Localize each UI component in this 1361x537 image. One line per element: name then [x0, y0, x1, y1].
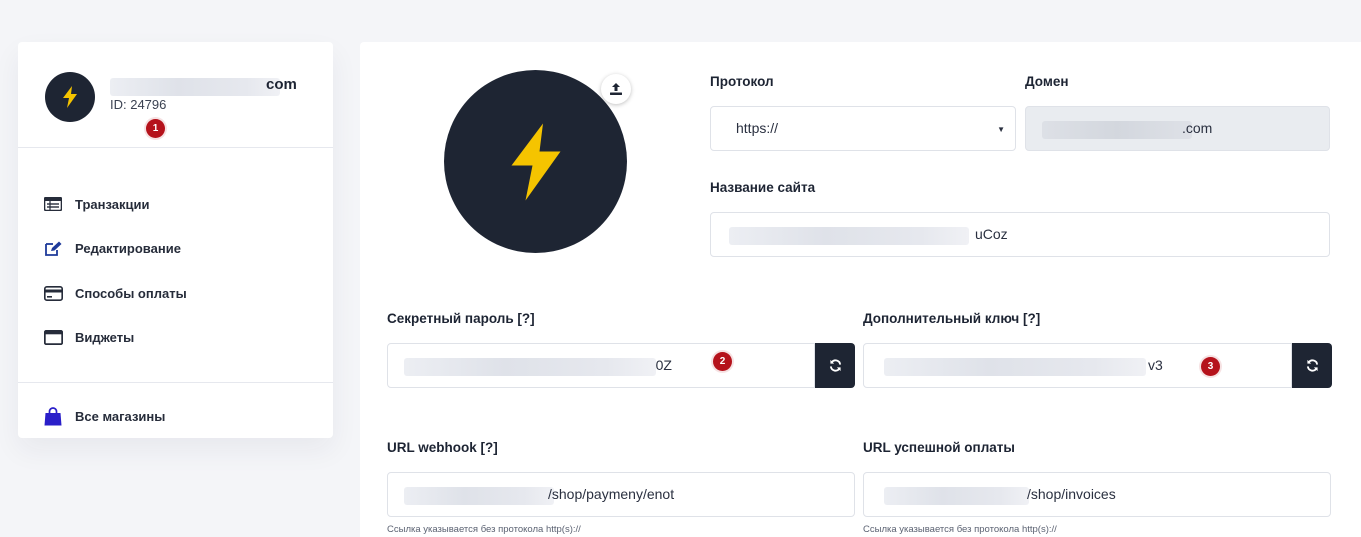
lightning-icon: [63, 86, 77, 108]
site-name-label: Название сайта: [710, 180, 816, 195]
protocol-select[interactable]: https:// ▼: [710, 106, 1016, 151]
upload-logo-button[interactable]: [601, 74, 631, 104]
shop-settings-panel: Протокол https:// ▼ Домен .com Название …: [360, 42, 1361, 537]
sidebar-item-transactions[interactable]: Транзакции: [18, 182, 333, 227]
key-redacted: [884, 358, 1146, 376]
sidebar-menu: Транзакции Редактирование Способы оплаты…: [18, 148, 333, 383]
additional-key-label: Дополнительный ключ [?]: [863, 311, 1041, 326]
edit-icon: [43, 239, 63, 259]
webhook-url-value: /shop/paymeny/enot: [548, 486, 675, 502]
sidebar-item-edit[interactable]: Редактирование: [18, 227, 333, 272]
sidebar-item-label: Редактирование: [75, 241, 181, 257]
refresh-icon: [1306, 359, 1318, 372]
annotation-marker-1: 1: [146, 119, 165, 138]
annotation-marker-3: 3: [1201, 357, 1220, 376]
site-name-redacted: [729, 227, 969, 245]
sidebar-item-label: Транзакции: [75, 196, 150, 212]
window-icon: [43, 328, 63, 348]
additional-key-value: v3: [1148, 357, 1163, 373]
secret-redacted: [404, 358, 656, 376]
credit-card-icon: [43, 283, 63, 303]
refresh-icon: [829, 359, 841, 372]
logo-circle: [444, 70, 627, 253]
webhook-redacted: [404, 487, 554, 505]
table-list-icon: [43, 194, 63, 214]
shop-logo: [444, 70, 631, 253]
domain-redacted: [110, 78, 280, 96]
sidebar-item-label: Все магазины: [75, 408, 166, 424]
secret-password-value: 0Z: [650, 357, 672, 373]
shop-avatar: [45, 72, 95, 122]
domain-value: .com: [1182, 120, 1213, 136]
secret-password-input[interactable]: 0Z: [387, 343, 815, 388]
additional-key-input[interactable]: v3: [863, 343, 1292, 388]
webhook-url-input[interactable]: /shop/paymeny/enot: [387, 472, 855, 517]
sidebar-item-label: Виджеты: [75, 330, 135, 346]
success-url-label: URL успешной оплаты: [863, 440, 1015, 455]
site-name-value: uCoz: [975, 226, 1008, 242]
shop-profile: com ID: 24796 1: [18, 42, 333, 148]
sidebar: com ID: 24796 1 Транзакции Редактировани…: [18, 42, 333, 438]
domain-label: Домен: [1025, 74, 1069, 89]
secret-password-label: Секретный пароль [?]: [387, 311, 535, 326]
success-url-value: /shop/invoices: [1027, 486, 1116, 502]
webhook-url-label: URL webhook [?]: [387, 440, 498, 455]
upload-icon: [610, 83, 622, 95]
sidebar-item-widgets[interactable]: Виджеты: [18, 316, 333, 361]
annotation-marker-2: 2: [713, 352, 732, 371]
sidebar-item-payment-methods[interactable]: Способы оплаты: [18, 271, 333, 316]
chevron-down-icon: ▼: [997, 125, 1005, 134]
sidebar-item-all-stores[interactable]: Все магазины: [18, 383, 333, 449]
regenerate-key-button[interactable]: [1292, 343, 1332, 388]
sidebar-item-label: Способы оплаты: [75, 285, 187, 301]
regenerate-secret-button[interactable]: [815, 343, 855, 388]
webhook-url-hint: Ссылка указывается без протокола http(s)…: [387, 524, 581, 535]
site-name-input[interactable]: uCoz: [710, 212, 1330, 257]
domain-field[interactable]: .com: [1025, 106, 1330, 151]
shop-id: ID: 24796: [110, 97, 167, 112]
domain-redacted: [1042, 121, 1192, 139]
protocol-value: https://: [736, 120, 779, 136]
shop-domain: com: [266, 76, 297, 93]
protocol-label: Протокол: [710, 74, 774, 89]
lightning-icon: [511, 123, 560, 200]
success-url-input[interactable]: /shop/invoices: [863, 472, 1331, 517]
success-url-hint: Ссылка указывается без протокола http(s)…: [863, 524, 1057, 535]
shopping-bag-icon: [43, 406, 63, 426]
success-url-redacted: [884, 487, 1029, 505]
